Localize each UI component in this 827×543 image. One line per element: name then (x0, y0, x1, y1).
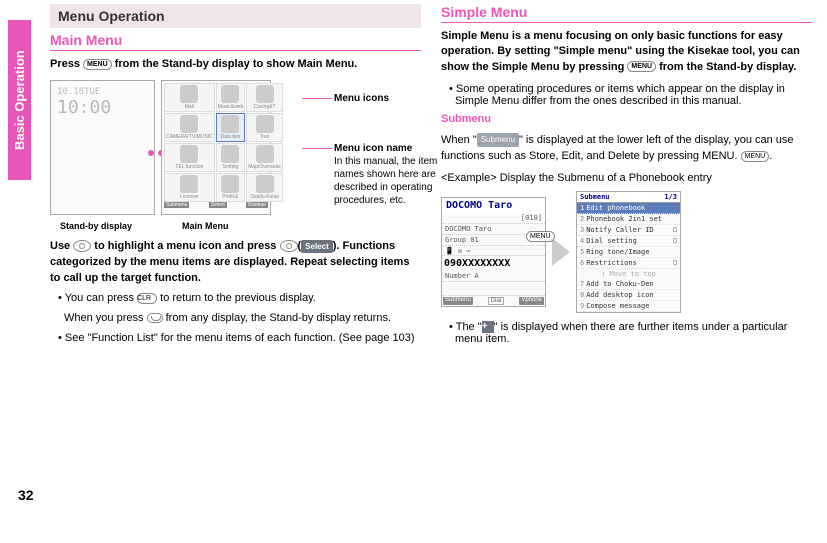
menu-cell: Mail (164, 83, 215, 112)
phonebook-entry-illustration: DOCOMO Taro [010] DOCOMO Taro Group 01 📱… (441, 197, 546, 307)
caption-standby: Stand-by display (60, 221, 132, 231)
plus-expand-icon: + (482, 321, 494, 333)
standby-display-illustration: 10.18TUE 10:00 (50, 80, 155, 215)
submenu-title: Submenu (580, 193, 610, 201)
submenu-item: 2Phonebook 2in1 set (577, 214, 680, 225)
menu-cell: Setting (216, 143, 246, 172)
menu-cell: TEL function (164, 143, 215, 172)
select-softkey-icon: Select (301, 240, 333, 254)
pb-memory: [010] (442, 213, 545, 224)
callout-menu-icon-name: Menu icon name In this manual, the item … (334, 142, 449, 207)
bullet-plus-icon-note: The "+" is displayed when there are furt… (449, 321, 812, 345)
menu-key-icon: MENU (83, 59, 112, 70)
section-title-menu-operation: Menu Operation (50, 4, 421, 28)
softkey-submenu: Submenu (164, 202, 189, 208)
menu-cell: Osaifu-Keitai (246, 173, 283, 202)
menu-key-icon: MENU (741, 151, 770, 162)
bullet-simple-menu-note: Some operating procedures or items which… (449, 83, 812, 107)
use-instruction: Use to highlight a menu icon and press (… (50, 239, 421, 287)
softkey-select: Select (209, 202, 227, 208)
menu-cell: Map/Overseas (246, 143, 283, 172)
bullet-home-return: When you press from any display, the Sta… (64, 311, 421, 327)
standby-date: 10.18TUE (57, 87, 100, 97)
menu-key-icon: MENU (627, 61, 656, 72)
submenu-item: 7Add to Choku-Den (577, 279, 680, 290)
submenu-item: 4Dial setting□ (577, 236, 680, 247)
menu-cell: CAMERA/TV/MUSIC (164, 113, 215, 142)
pb-number: 090XXXXXXXX (442, 256, 545, 271)
pb-softkey-submenu: Submenu (443, 297, 473, 305)
transition-arrow-icon (552, 238, 570, 266)
page-number: 32 (18, 487, 34, 503)
standby-time: 10:00 (57, 97, 111, 118)
menu-cell: Casing&? (246, 83, 283, 112)
menu-cell: Data box (216, 113, 246, 142)
pb-field: Number A (442, 271, 545, 282)
bullet-function-list: See "Function List" for the menu items o… (58, 331, 421, 347)
home-key-icon (147, 313, 163, 323)
example-label: <Example> Display the Submenu of a Phone… (441, 171, 812, 187)
submenu-item: 5Ring tone/Image (577, 247, 680, 258)
heading-submenu: Submenu (441, 113, 812, 125)
heading-simple-menu: Simple Menu (441, 4, 812, 23)
menu-key-icon: MENU (526, 231, 555, 242)
submenu-softkey-icon: Submenu (477, 133, 519, 147)
pb-title: DOCOMO Taro (442, 198, 545, 213)
pb-icons: 📱 ✉ ⋯ (442, 246, 545, 256)
submenu-item: 9Compose message (577, 301, 680, 312)
softkey-kisekae: Kisekae (246, 202, 268, 208)
submenu-page: 1/3 (664, 193, 677, 201)
submenu-move-top: ↑ Move to top (577, 269, 680, 279)
heading-main-menu: Main Menu (50, 32, 421, 51)
submenu-description: When "Submenu" is displayed at the lower… (441, 133, 812, 165)
display-illustration-row: 10.18TUE 10:00 MailMusic&webCasing&?CAME… (50, 80, 421, 215)
section-side-label: Basic Operation (8, 20, 31, 180)
pb-spacer (442, 282, 545, 296)
simple-menu-intro: Simple Menu is a menu focusing on only b… (441, 29, 812, 75)
main-menu-illustration: MailMusic&webCasing&?CAMERA/TV/MUSICData… (161, 80, 271, 215)
caption-main-menu: Main Menu (182, 221, 229, 231)
bullet-clr-return: You can press CLR to return to the previ… (58, 291, 421, 307)
multi-selector-icon (73, 240, 91, 252)
center-key-icon (280, 240, 298, 252)
submenu-item: 8Add desktop icon (577, 290, 680, 301)
menu-cell: ProfiLE (216, 173, 246, 202)
submenu-item: 6Restrictions□ (577, 258, 680, 269)
menu-cell: Tool (246, 113, 283, 142)
submenu-screen-illustration: Submenu 1/3 1Edit phonebook2Phonebook 2i… (576, 191, 681, 313)
main-menu-intro: Press MENU from the Stand-by display to … (50, 57, 421, 72)
pb-softkey-dial: Dial (488, 297, 504, 305)
menu-cell: Music&web (216, 83, 246, 112)
submenu-item: 1Edit phonebook (577, 203, 680, 214)
submenu-item: 3Notify Caller ID□ (577, 225, 680, 236)
callout-menu-icons: Menu icons (334, 92, 389, 105)
pb-softkey-vphone: Vphone (519, 297, 544, 305)
clr-key-icon: CLR (137, 293, 157, 304)
menu-cell: i-concier (164, 173, 215, 202)
